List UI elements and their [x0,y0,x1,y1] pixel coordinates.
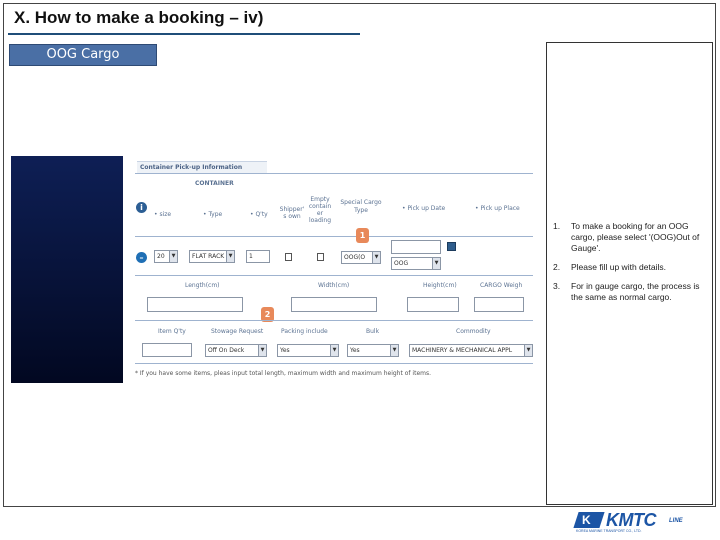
instruction-list: 1. To make a booking for an OOG cargo, pl… [553,221,711,311]
cargo-weight-input[interactable] [474,297,524,312]
col-size: • size [154,211,172,218]
size-select[interactable]: 20 ▼ [154,250,178,263]
col-empty-loading: Empty contain er loading [308,196,332,224]
kmtc-mark-icon: K [573,512,605,528]
label-height: Height(cm) [423,282,457,289]
label-length: Length(cm) [185,282,220,289]
pickup-date-input[interactable] [391,240,441,254]
header-rule [135,173,533,174]
type-select[interactable]: FLAT RACK ▼ [189,250,235,263]
items-note: * If you have some items, pleas input to… [135,370,432,377]
length-input[interactable] [147,297,243,312]
info-icon: i [136,202,147,213]
col-special-cargo: Special Cargo Type [340,199,382,214]
item-qty-input[interactable] [142,343,192,357]
instruction-item: 3. For in gauge cargo, the process is the… [553,281,700,302]
step-badge-1: 1 [356,228,369,243]
col-pickup-date: • Pick up Date [402,205,446,212]
width-input[interactable] [291,297,377,312]
qty-input[interactable]: 1 [246,250,270,263]
label-packing: Packing include [281,328,328,335]
row-rule [135,275,533,276]
booking-form-screenshot: Container Pick-up Information CONTAINER … [123,156,537,382]
label-cargo-weight: CARGO Weigh [480,282,523,289]
remove-row-icon[interactable]: – [136,252,147,263]
stowage-select[interactable]: Off On Deck ▼ [205,344,267,357]
instruction-item: 1. To make a booking for an OOG cargo, pl… [553,221,700,253]
nav-panel [11,156,123,383]
special-cargo-select[interactable]: OOG(O ▼ [341,251,381,264]
col-type: • Type [203,211,223,218]
instruction-item: 2. Please fill up with details. [553,262,666,272]
col-shipper-own: Shipper' s own [279,206,305,220]
commodity-select[interactable]: MACHINERY & MECHANICAL APPL ▼ [409,344,533,357]
empty-loading-checkbox[interactable] [317,253,324,261]
shipper-own-checkbox[interactable] [285,253,292,261]
label-item-qty: Item Q'ty [158,328,186,335]
container-group-label: CONTAINER [195,180,234,187]
packing-select[interactable]: Yes ▼ [277,344,339,357]
col-pickup-place: • Pick up Place [475,205,520,212]
height-input[interactable] [407,297,459,312]
items-rule [135,363,533,364]
label-commodity: Commodity [456,328,491,335]
bulk-select[interactable]: Yes ▼ [347,344,399,357]
section-tab-oog-cargo: OOG Cargo [9,44,157,66]
label-bulk: Bulk [366,328,380,335]
calendar-icon[interactable] [447,242,456,251]
columns-rule [135,236,533,237]
col-qty: • Q'ty [250,211,268,218]
form-header: Container Pick-up Information [137,161,267,173]
title-underline [8,33,360,35]
label-stowage: Stowage Request [211,328,264,335]
oog-select[interactable]: OOG ▼ [391,257,441,270]
dims-rule [135,320,533,321]
label-width: Width(cm) [318,282,350,289]
slide-title: X. How to make a booking – iv) [14,8,264,27]
kmtc-logo: K KMTC LINE KOREA MARINE TRANSPORT CO., … [573,510,694,534]
